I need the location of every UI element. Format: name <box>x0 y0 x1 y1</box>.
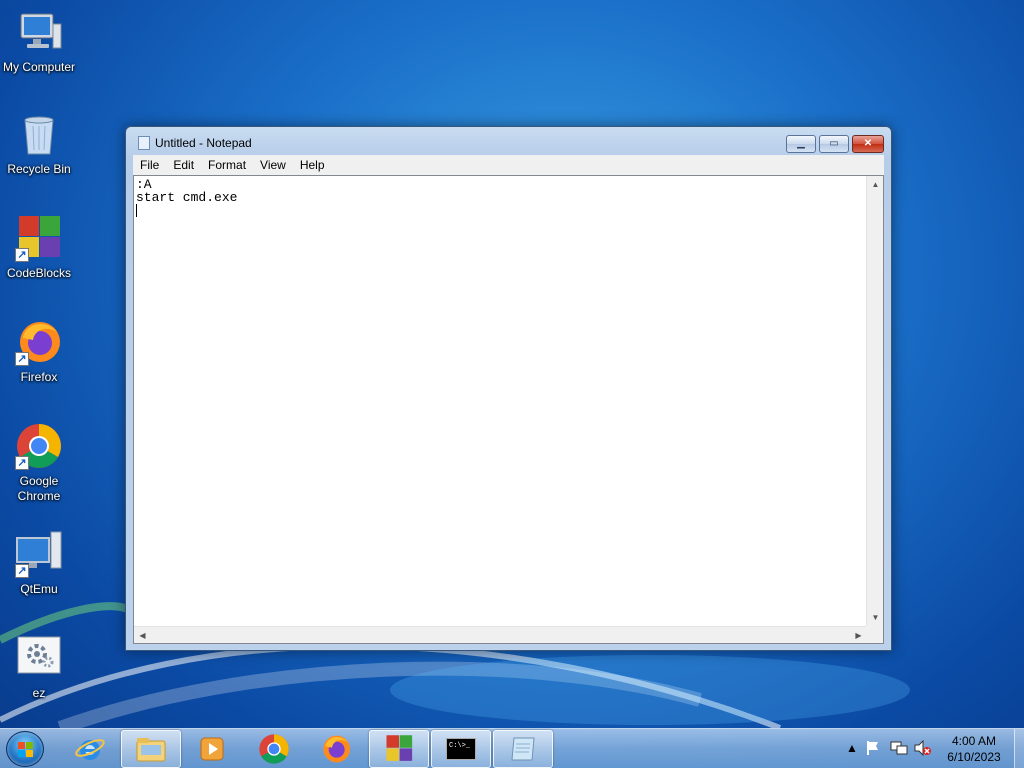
cmd-icon-label: C:\>_ <box>449 742 471 750</box>
menu-help[interactable]: Help <box>293 158 332 172</box>
minimize-button[interactable]: ▁ <box>786 135 816 153</box>
scroll-right-icon[interactable]: ▶ <box>850 627 867 644</box>
menu-view[interactable]: View <box>253 158 293 172</box>
desktop-icon-label: Recycle Bin <box>7 162 71 176</box>
show-hidden-icons-button[interactable]: ▲ <box>846 741 858 755</box>
text-caret <box>136 204 137 217</box>
windows-logo-icon <box>18 742 33 757</box>
menu-edit[interactable]: Edit <box>166 158 201 172</box>
maximize-button[interactable]: ▭ <box>819 135 849 153</box>
vertical-scrollbar[interactable]: ▲ ▼ <box>866 176 883 626</box>
taskbar-media-player[interactable] <box>182 730 242 768</box>
taskbar-firefox[interactable] <box>306 730 366 768</box>
start-button[interactable] <box>6 731 44 767</box>
taskbar-codeblocks[interactable] <box>369 730 429 768</box>
computer-icon <box>15 8 63 56</box>
horizontal-scrollbar[interactable]: ◀ ▶ <box>134 626 867 643</box>
codeblocks-icon <box>386 735 413 761</box>
clock-date: 6/10/2023 <box>947 750 1001 764</box>
close-button[interactable]: ✕ <box>852 135 884 153</box>
text-editor[interactable]: :A start cmd.exe ▲ ▼ ◀ ▶ <box>133 175 884 644</box>
shortcut-arrow-icon: ↗ <box>15 352 29 366</box>
text-line: start cmd.exe <box>136 190 238 205</box>
qtemu-icon: ↗ <box>15 530 63 578</box>
desktop-icon-my-computer[interactable]: My Computer <box>0 8 78 75</box>
desktop-icon-label: Firefox <box>20 370 58 384</box>
shortcut-arrow-icon: ↗ <box>15 248 29 262</box>
menu-bar: File Edit Format View Help <box>133 155 884 175</box>
taskbar-notepad[interactable] <box>493 730 553 768</box>
chrome-icon: ↗ <box>15 422 63 470</box>
clock-time: 4:00 AM <box>951 734 997 748</box>
taskbar-windows-explorer[interactable] <box>121 730 181 768</box>
recycle-bin-icon <box>15 110 63 158</box>
settings-file-icon <box>15 634 63 682</box>
text-content[interactable]: :A start cmd.exe <box>136 178 866 622</box>
scroll-up-icon[interactable]: ▲ <box>867 176 884 193</box>
show-desktop-button[interactable] <box>1014 729 1024 768</box>
notepad-icon <box>138 136 150 150</box>
size-grip[interactable] <box>866 626 883 643</box>
desktop-icon-label: ez <box>32 686 46 700</box>
media-player-icon <box>200 737 224 761</box>
desktop-icon-label: CodeBlocks <box>6 266 72 280</box>
desktop-icon-ez[interactable]: ez <box>0 634 78 701</box>
firefox-icon: ↗ <box>15 318 63 366</box>
menu-format[interactable]: Format <box>201 158 253 172</box>
desktop-icon-label: QtEmu <box>20 582 58 596</box>
taskbar-internet-explorer[interactable] <box>60 730 120 768</box>
volume-muted-icon[interactable] <box>914 739 932 759</box>
notepad-icon <box>511 737 535 761</box>
taskbar-chrome[interactable] <box>244 730 304 768</box>
desktop-icon-qtemu[interactable]: ↗ QtEmu <box>0 530 78 597</box>
desktop-icon-recycle-bin[interactable]: Recycle Bin <box>0 110 78 177</box>
desktop-icon-google-chrome[interactable]: ↗ Google Chrome <box>0 422 78 504</box>
network-icon[interactable] <box>890 740 908 759</box>
window-title: Untitled - Notepad <box>155 136 252 150</box>
notepad-window[interactable]: Untitled - Notepad ▁ ▭ ✕ File Edit Forma… <box>125 126 892 651</box>
scroll-left-icon[interactable]: ◀ <box>134 627 151 644</box>
folder-icon <box>136 738 166 762</box>
taskbar-command-prompt[interactable]: C:\>_ <box>431 730 491 768</box>
codeblocks-icon: ↗ <box>15 214 63 262</box>
command-prompt-icon: C:\>_ <box>446 738 476 760</box>
internet-explorer-icon <box>75 739 105 760</box>
shortcut-arrow-icon: ↗ <box>15 564 29 578</box>
text-line: :A <box>136 177 152 192</box>
desktop-icon-label: My Computer <box>2 60 76 74</box>
desktop-icon-label: Google Chrome <box>17 474 61 503</box>
title-bar[interactable]: Untitled - Notepad ▁ ▭ ✕ <box>126 127 891 157</box>
text-line-cursor <box>136 204 866 217</box>
shortcut-arrow-icon: ↗ <box>15 456 29 470</box>
desktop-icon-firefox[interactable]: ↗ Firefox <box>0 318 78 385</box>
system-clock[interactable]: 4:00 AM 6/10/2023 <box>935 733 1013 765</box>
chrome-icon <box>259 734 289 764</box>
menu-file[interactable]: File <box>133 158 166 172</box>
action-center-flag-icon[interactable] <box>866 740 880 759</box>
taskbar: C:\>_ ▲ 4:00 AM 6/10/2023 <box>0 728 1024 768</box>
scroll-down-icon[interactable]: ▼ <box>867 609 884 626</box>
desktop-icon-codeblocks[interactable]: ↗ CodeBlocks <box>0 214 78 281</box>
firefox-icon <box>323 735 350 763</box>
